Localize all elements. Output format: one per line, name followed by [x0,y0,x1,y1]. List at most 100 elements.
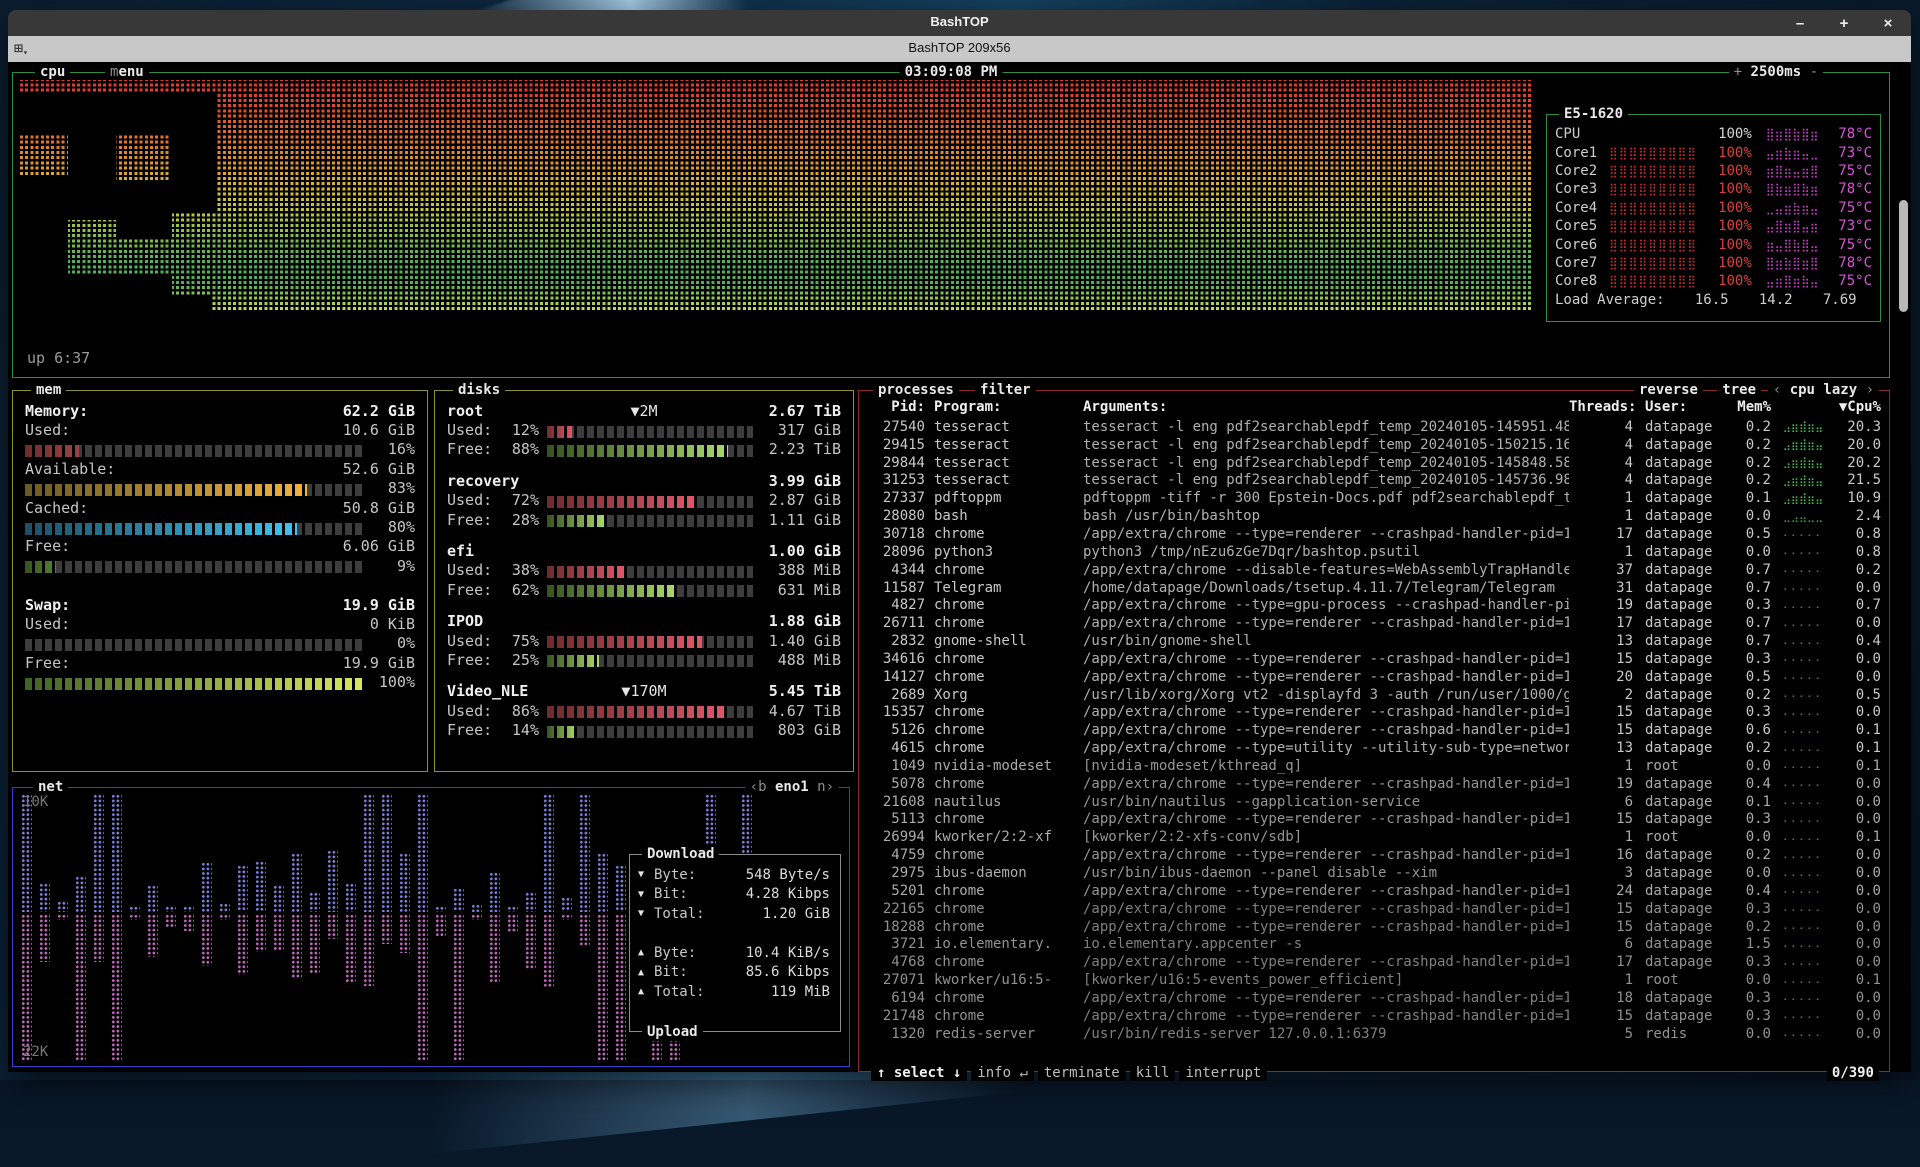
memory-box-label[interactable]: mem [31,381,66,399]
disk-stat-label: Free: [447,581,499,599]
process-row[interactable]: 27540tesseracttesseract -l eng pdf2searc… [867,418,1881,436]
col-user[interactable]: User: [1633,399,1729,417]
process-row[interactable]: 31253tesseracttesseract -l eng pdf2searc… [867,472,1881,490]
process-row[interactable]: 2689Xorg/usr/lib/xorg/Xorg vt2 -displayf… [867,686,1881,704]
col-threads[interactable]: Threads: [1569,399,1633,417]
process-row[interactable]: 34616chrome/app/extra/chrome --type=rend… [867,650,1881,668]
process-row[interactable]: 21608nautilus/usr/bin/nautilus --gapplic… [867,793,1881,811]
process-row[interactable]: 5201chrome/app/extra/chrome --type=rende… [867,882,1881,900]
process-row[interactable]: 4615chrome/app/extra/chrome --type=utili… [867,739,1881,757]
disk-size: 1.88 GiB [751,612,841,630]
kill-control[interactable]: kill [1130,1065,1176,1081]
col-pid[interactable]: Pid: [867,399,925,417]
select-control[interactable]: ↑ select ↓ [871,1065,967,1081]
disk-header-row: IPOD1.88 GiB [447,612,841,631]
process-row[interactable]: 28080bashbash /usr/bin/bashtop1datapage0… [867,507,1881,525]
process-row[interactable]: 3721io.elementary.io.elementary.appcente… [867,935,1881,953]
memory-section-header: Swap:19.9 GiB [25,595,415,614]
interrupt-control[interactable]: interrupt [1179,1065,1267,1081]
process-row[interactable]: 18288chrome/app/extra/chrome --type=rend… [867,918,1881,936]
process-row[interactable]: 4759chrome/app/extra/chrome --type=rende… [867,846,1881,864]
process-row[interactable]: 28096python3python3 /tmp/nEzu6zGe7Dqr/ba… [867,543,1881,561]
next-interface-button[interactable]: n› [817,779,834,795]
process-row[interactable]: 6194chrome/app/extra/chrome --type=rende… [867,989,1881,1007]
filter-button[interactable]: filter [975,381,1036,399]
process-row[interactable]: 5078chrome/app/extra/chrome --type=rende… [867,775,1881,793]
process-threads: 18 [1569,990,1633,1006]
disk-stat-label: Used: [447,702,499,720]
process-row[interactable]: 30718chrome/app/extra/chrome --type=rend… [867,525,1881,543]
process-row[interactable]: 21748chrome/app/extra/chrome --type=rend… [867,1007,1881,1025]
process-threads: 6 [1569,936,1633,952]
info-control[interactable]: info ↵ [971,1065,1034,1081]
process-row[interactable]: 26994kworker/2:2-xf[kworker/2:2-xfs-conv… [867,828,1881,846]
process-mem: 0.2 [1729,740,1771,756]
process-row[interactable]: 26711chrome/app/extra/chrome --type=rend… [867,614,1881,632]
col-arguments[interactable]: Arguments: [1073,399,1569,417]
cpu-box-label[interactable]: cpu [35,63,70,81]
core-row: CPU100%⣿⣶⣿⣷⣿⣶78°C [1555,125,1872,143]
process-row[interactable]: 5113chrome/app/extra/chrome --type=rende… [867,811,1881,829]
process-row[interactable]: 4768chrome/app/extra/chrome --type=rende… [867,953,1881,971]
interval-decrease-button[interactable]: - [1810,64,1818,80]
window-title: BashTOP [8,14,1911,29]
process-threads: 17 [1569,954,1633,970]
network-stat-label: Byte: [654,945,696,961]
process-row[interactable]: 2975ibus-daemon/usr/bin/ibus-daemon --pa… [867,864,1881,882]
process-row[interactable]: 1320redis-server/usr/bin/redis-server 12… [867,1025,1881,1043]
col-cpu[interactable]: ▼Cpu% [1835,399,1881,417]
tab-title[interactable]: BashTOP 209x56 [8,40,1911,55]
process-pid: 4759 [867,847,925,863]
minimize-button[interactable]: – [1791,15,1809,32]
process-row[interactable]: 1049nvidia-modeset[nvidia-modeset/kthrea… [867,757,1881,775]
terminate-control[interactable]: terminate [1038,1065,1126,1081]
process-row[interactable]: 4344chrome/app/extra/chrome --disable-fe… [867,561,1881,579]
process-arguments: tesseract -l eng pdf2searchablepdf_temp_… [1073,419,1569,435]
process-threads: 31 [1569,580,1633,596]
process-arguments: /app/extra/chrome --type=gpu-process --c… [1073,597,1569,613]
upload-bar [21,914,32,1062]
process-row[interactable]: 15357chrome/app/extra/chrome --type=rend… [867,704,1881,722]
process-pid: 28096 [867,544,925,560]
process-row[interactable]: 5126chrome/app/extra/chrome --type=rende… [867,721,1881,739]
process-cpu: 0.1 [1835,758,1881,774]
process-user: datapage [1633,669,1729,685]
process-program: chrome [925,704,1073,720]
process-cpu: 0.0 [1835,794,1881,810]
process-row[interactable]: 29844tesseracttesseract -l eng pdf2searc… [867,454,1881,472]
col-program[interactable]: Program: [925,399,1073,417]
sort-prev-button[interactable]: ‹ [1773,382,1781,398]
process-threads: 1 [1569,508,1633,524]
process-row[interactable]: 27071kworker/u16:5-[kworker/u16:5-events… [867,971,1881,989]
process-threads: 15 [1569,704,1633,720]
reverse-button[interactable]: reverse [1634,381,1703,399]
menu-button[interactable]: menu [105,63,149,81]
process-row[interactable]: 27337pdftoppmpdftoppm -tiff -r 300 Epste… [867,489,1881,507]
interval-increase-button[interactable]: + [1734,64,1742,80]
process-program: tesseract [925,437,1073,453]
close-button[interactable]: × [1879,15,1897,32]
tree-button[interactable]: tree [1717,381,1761,399]
process-row[interactable]: 11587Telegram/home/datapage/Downloads/ts… [867,579,1881,597]
disk-stat-row: Free:62%631 MiB [447,580,841,599]
core-temp-value: 73°C [1827,218,1872,234]
upload-bar [165,914,176,927]
processes-box-label[interactable]: processes [873,381,959,399]
upload-bar [147,914,158,957]
process-row[interactable]: 22165chrome/app/extra/chrome --type=rend… [867,900,1881,918]
process-mem: 0.0 [1729,508,1771,524]
prev-interface-button[interactable]: ‹b [750,779,767,795]
process-row[interactable]: 29415tesseracttesseract -l eng pdf2searc… [867,436,1881,454]
process-threads: 5 [1569,1026,1633,1042]
window-titlebar[interactable]: BashTOP – + × [8,10,1911,36]
terminal-scrollbar-thumb[interactable] [1899,200,1908,312]
col-mem[interactable]: Mem% [1729,399,1771,417]
upload-bar [201,914,212,966]
process-row[interactable]: 14127chrome/app/extra/chrome --type=rend… [867,668,1881,686]
disks-box-label[interactable]: disks [453,381,505,399]
process-row[interactable]: 2832gnome-shell/usr/bin/gnome-shell13dat… [867,632,1881,650]
sort-next-button[interactable]: › [1866,382,1874,398]
process-row[interactable]: 4827chrome/app/extra/chrome --type=gpu-p… [867,596,1881,614]
usage-meter [547,585,753,597]
maximize-button[interactable]: + [1835,15,1853,32]
